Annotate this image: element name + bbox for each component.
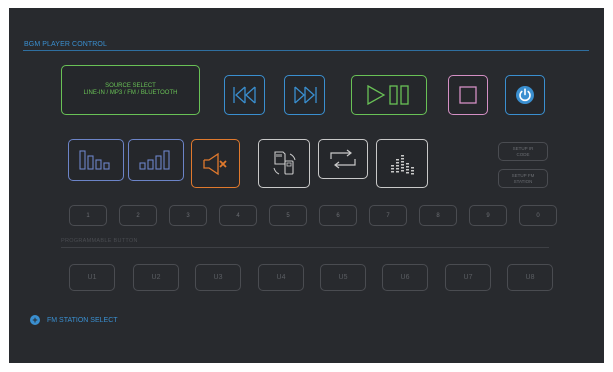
volume-down-icon (79, 150, 110, 170)
programmable-button-u3[interactable]: U3 (195, 264, 241, 291)
setup-fm-station-button[interactable]: SETUP FM STATION (498, 169, 548, 188)
fm-station-select[interactable]: + FM STATION SELECT (30, 315, 118, 325)
programmable-button-u2[interactable]: U2 (133, 264, 179, 291)
sd-usb-icon (273, 150, 296, 175)
programmable-button-label: PROGRAMMABLE BUTTON (61, 238, 138, 244)
equalizer-icon (391, 154, 414, 174)
skip-forward-icon (293, 86, 317, 104)
number-button-1[interactable]: 1 (69, 205, 107, 226)
power-button[interactable] (505, 75, 545, 115)
number-button-6[interactable]: 6 (319, 205, 357, 226)
previous-button[interactable] (224, 75, 265, 115)
repeat-icon (330, 149, 356, 169)
repeat-button[interactable] (318, 139, 368, 179)
stop-icon (459, 86, 477, 104)
programmable-button-u6[interactable]: U6 (382, 264, 428, 291)
programmable-button-u5[interactable]: U5 (320, 264, 366, 291)
number-button-3[interactable]: 3 (169, 205, 207, 226)
setup-ir-sublabel: CODE (516, 151, 530, 157)
programmable-divider (61, 247, 549, 248)
setup-fm-sublabel: STATION (513, 178, 533, 184)
page-title: BGM PLAYER CONTROL (24, 41, 107, 48)
fm-station-label: FM STATION SELECT (47, 316, 118, 324)
volume-up-button[interactable] (128, 139, 184, 181)
plus-icon: + (30, 315, 40, 325)
source-select-sublabel: LINE-IN / MP3 / FM / BLUETOOTH (83, 90, 178, 96)
setup-ir-code-button[interactable]: SETUP IR CODE (498, 142, 548, 161)
number-button-0[interactable]: 0 (519, 205, 557, 226)
number-button-5[interactable]: 5 (269, 205, 307, 226)
number-button-9[interactable]: 9 (469, 205, 507, 226)
media-source-button[interactable] (258, 139, 310, 188)
number-button-4[interactable]: 4 (219, 205, 257, 226)
programmable-button-u8[interactable]: U8 (507, 264, 553, 291)
play-pause-icon (367, 85, 409, 105)
next-button[interactable] (284, 75, 325, 115)
equalizer-button[interactable] (376, 139, 428, 188)
source-select-button[interactable]: SOURCE SELECT LINE-IN / MP3 / FM / BLUET… (61, 65, 200, 115)
number-button-7[interactable]: 7 (369, 205, 407, 226)
programmable-button-u1[interactable]: U1 (69, 264, 115, 291)
stop-button[interactable] (448, 75, 488, 115)
number-button-8[interactable]: 8 (419, 205, 457, 226)
mute-button[interactable] (191, 139, 240, 188)
play-pause-button[interactable] (351, 75, 427, 115)
title-divider (23, 50, 589, 51)
number-button-2[interactable]: 2 (119, 205, 157, 226)
volume-down-button[interactable] (68, 139, 124, 181)
mute-icon (202, 152, 227, 175)
volume-up-icon (139, 150, 170, 170)
source-select-label: SOURCE SELECT (105, 82, 156, 89)
skip-back-icon (232, 86, 256, 104)
programmable-button-u7[interactable]: U7 (445, 264, 491, 291)
programmable-button-u4[interactable]: U4 (258, 264, 304, 291)
power-icon (516, 86, 534, 104)
